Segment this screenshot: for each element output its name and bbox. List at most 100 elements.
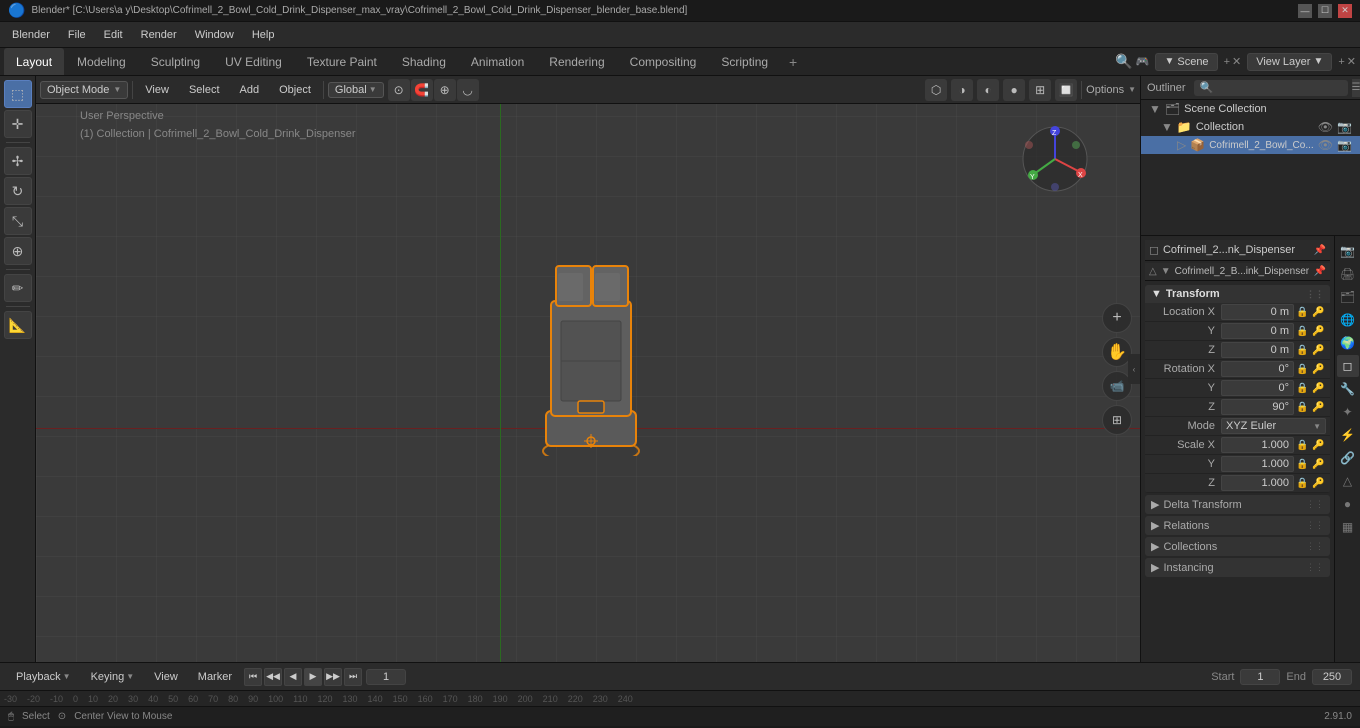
menu-blender[interactable]: Blender bbox=[4, 27, 58, 43]
prev-keyframe-button[interactable]: ◀◀ bbox=[264, 668, 282, 686]
object-data-pin-icon[interactable]: 📌 bbox=[1314, 266, 1326, 277]
texture-props-button[interactable]: ▦ bbox=[1337, 516, 1359, 538]
zoom-in-button[interactable]: + bbox=[1102, 303, 1132, 333]
maximize-button[interactable]: ☐ bbox=[1318, 4, 1332, 18]
measure-tool[interactable]: 📐 bbox=[4, 311, 32, 339]
transform-section-header[interactable]: ▼ Transform ⋮⋮ bbox=[1145, 285, 1330, 303]
tab-uv-editing[interactable]: UV Editing bbox=[213, 48, 294, 75]
outliner-object[interactable]: ▷ 📦 Cofrimell_2_Bowl_Co... 👁 📷 bbox=[1141, 136, 1360, 154]
object-data-props-button[interactable]: △ bbox=[1337, 470, 1359, 492]
viewport-shading-look-button[interactable]: ◐ bbox=[977, 79, 999, 101]
tab-compositing[interactable]: Compositing bbox=[618, 48, 709, 75]
object-mode-select[interactable]: Object Mode ▼ bbox=[40, 81, 128, 99]
scale-tool[interactable]: ⤡ bbox=[4, 207, 32, 235]
rotation-z-animate-icon[interactable]: 🔑 bbox=[1312, 402, 1326, 413]
tab-modeling[interactable]: Modeling bbox=[65, 48, 138, 75]
object-render-icon[interactable]: 📷 bbox=[1337, 138, 1352, 152]
tab-scripting[interactable]: Scripting bbox=[709, 48, 780, 75]
scale-y-lock-icon[interactable]: 🔒 bbox=[1296, 459, 1310, 470]
tab-texture-paint[interactable]: Texture Paint bbox=[295, 48, 389, 75]
object-menu-button[interactable]: Object bbox=[271, 82, 319, 98]
tab-animation[interactable]: Animation bbox=[459, 48, 536, 75]
timeline-view-button[interactable]: View bbox=[146, 669, 186, 685]
location-z-value[interactable]: 0 m bbox=[1221, 342, 1294, 358]
scene-tab[interactable]: ▼ Scene bbox=[1155, 53, 1217, 71]
location-y-lock-icon[interactable]: 🔒 bbox=[1296, 326, 1310, 337]
viewport[interactable]: Object Mode ▼ View Select Add Object Glo… bbox=[36, 76, 1140, 662]
menu-window[interactable]: Window bbox=[187, 27, 242, 43]
object-data-dropdown-icon[interactable]: ▼ bbox=[1161, 266, 1171, 277]
transform-orientation-select[interactable]: Global ▼ bbox=[328, 82, 384, 98]
menu-help[interactable]: Help bbox=[244, 27, 283, 43]
viewport-overlays-button[interactable]: ⊞ bbox=[1029, 79, 1051, 101]
instancing-header[interactable]: ▶ Instancing ⋮⋮ bbox=[1145, 558, 1330, 577]
select-box-tool[interactable]: ⬚ bbox=[4, 80, 32, 108]
menu-file[interactable]: File bbox=[60, 27, 94, 43]
rotation-y-lock-icon[interactable]: 🔒 bbox=[1296, 383, 1310, 394]
minimize-button[interactable]: — bbox=[1298, 4, 1312, 18]
move-tool[interactable]: ✢ bbox=[4, 147, 32, 175]
rotation-mode-dropdown[interactable]: XYZ Euler ▼ bbox=[1221, 418, 1326, 434]
particles-props-button[interactable]: ✦ bbox=[1337, 401, 1359, 423]
jump-end-button[interactable]: ⏭ bbox=[344, 668, 362, 686]
tab-sculpting[interactable]: Sculpting bbox=[139, 48, 212, 75]
rotation-y-animate-icon[interactable]: 🔑 bbox=[1312, 383, 1326, 394]
world-props-button[interactable]: 🌍 bbox=[1337, 332, 1359, 354]
constraints-props-button[interactable]: 🔗 bbox=[1337, 447, 1359, 469]
proportional-falloff-button[interactable]: ◡ bbox=[457, 79, 479, 101]
scale-x-lock-icon[interactable]: 🔒 bbox=[1296, 440, 1310, 451]
scale-z-value[interactable]: 1.000 bbox=[1221, 475, 1294, 491]
output-props-button[interactable]: 🖨 bbox=[1337, 263, 1359, 285]
location-x-lock-icon[interactable]: 🔒 bbox=[1296, 307, 1310, 318]
object-pin-icon[interactable]: 📌 bbox=[1314, 245, 1326, 256]
location-z-animate-icon[interactable]: 🔑 bbox=[1312, 345, 1326, 356]
rotation-x-value[interactable]: 0° bbox=[1221, 361, 1294, 377]
relations-header[interactable]: ▶ Relations ⋮⋮ bbox=[1145, 516, 1330, 535]
outliner-scene-collection[interactable]: ▼ 🗂 Scene Collection bbox=[1141, 100, 1360, 118]
prev-frame-button[interactable]: ◀ bbox=[284, 668, 302, 686]
menu-edit[interactable]: Edit bbox=[96, 27, 131, 43]
view-menu-button[interactable]: View bbox=[137, 82, 177, 98]
scale-y-animate-icon[interactable]: 🔑 bbox=[1312, 459, 1326, 470]
outliner-search-input[interactable] bbox=[1194, 80, 1348, 96]
view-layer-props-button[interactable]: 🗂 bbox=[1337, 286, 1359, 308]
timeline-numbers[interactable]: -30 -20 -10 0 10 20 30 40 50 60 70 80 90… bbox=[0, 690, 1360, 706]
add-menu-button[interactable]: Add bbox=[232, 82, 268, 98]
material-props-button[interactable]: ● bbox=[1337, 493, 1359, 515]
options-label[interactable]: Options bbox=[1086, 84, 1124, 96]
object-props-button[interactable]: ◻ bbox=[1337, 355, 1359, 377]
delta-transform-header[interactable]: ▶ Delta Transform ⋮⋮ bbox=[1145, 495, 1330, 514]
collection-render-icon[interactable]: 📷 bbox=[1337, 120, 1352, 134]
outliner-filter-button[interactable]: ☰ bbox=[1352, 79, 1360, 97]
tab-shading[interactable]: Shading bbox=[390, 48, 458, 75]
rotation-z-value[interactable]: 90° bbox=[1221, 399, 1294, 415]
viewport-shading-solid-button[interactable]: ◑ bbox=[951, 79, 973, 101]
location-y-animate-icon[interactable]: 🔑 bbox=[1312, 326, 1326, 337]
rotation-x-lock-icon[interactable]: 🔒 bbox=[1296, 364, 1310, 375]
select-menu-button[interactable]: Select bbox=[181, 82, 228, 98]
render-props-button[interactable]: 📷 bbox=[1337, 240, 1359, 262]
tab-layout[interactable]: Layout bbox=[4, 48, 64, 75]
end-frame-input[interactable] bbox=[1312, 669, 1352, 685]
playback-menu-button[interactable]: Playback ▼ bbox=[8, 669, 79, 685]
next-frame-button[interactable]: ▶▶ bbox=[324, 668, 342, 686]
collections-header[interactable]: ▶ Collections ⋮⋮ bbox=[1145, 537, 1330, 556]
add-workspace-button[interactable]: + bbox=[781, 51, 805, 73]
location-y-value[interactable]: 0 m bbox=[1221, 323, 1294, 339]
tab-rendering[interactable]: Rendering bbox=[537, 48, 616, 75]
scale-z-lock-icon[interactable]: 🔒 bbox=[1296, 478, 1310, 489]
scale-x-value[interactable]: 1.000 bbox=[1221, 437, 1294, 453]
scale-x-animate-icon[interactable]: 🔑 bbox=[1312, 440, 1326, 451]
viewport-shading-wire-button[interactable]: ⬡ bbox=[925, 79, 947, 101]
menu-render[interactable]: Render bbox=[133, 27, 185, 43]
viewport-shading-render-button[interactable]: ● bbox=[1003, 79, 1025, 101]
scene-props-button[interactable]: 🌐 bbox=[1337, 309, 1359, 331]
jump-start-button[interactable]: ⏮ bbox=[244, 668, 262, 686]
marker-button[interactable]: Marker bbox=[190, 669, 240, 685]
proportional-edit-button[interactable]: ⊕ bbox=[434, 79, 456, 101]
annotate-tool[interactable]: ✏ bbox=[4, 274, 32, 302]
cursor-tool[interactable]: ✛ bbox=[4, 110, 32, 138]
physics-props-button[interactable]: ⚡ bbox=[1337, 424, 1359, 446]
rotation-y-value[interactable]: 0° bbox=[1221, 380, 1294, 396]
view-all-button[interactable]: ⊞ bbox=[1102, 405, 1132, 435]
